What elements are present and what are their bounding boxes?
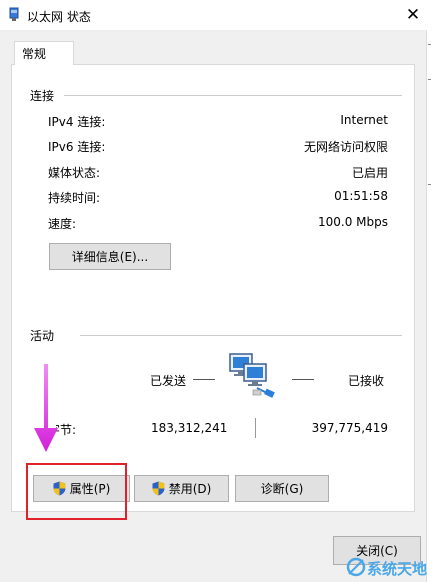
connection-separator: [64, 95, 402, 96]
received-label: 已接收: [348, 374, 385, 388]
media-state-value: 已启用: [351, 166, 388, 180]
edge-marker: ╴: [428, 75, 435, 86]
media-state-label: 媒体状态:: [48, 166, 101, 180]
edge-marker: ╴: [428, 40, 435, 51]
window-right-edge: [426, 30, 435, 582]
bytes-sent-value: 183,312,241: [151, 421, 228, 435]
sent-dash: [193, 379, 215, 380]
tab-general-label[interactable]: 常规: [22, 45, 46, 62]
ipv6-value: 无网络访问权限: [303, 140, 388, 154]
disable-button[interactable]: 禁用(D): [134, 475, 229, 502]
highlight-box: [26, 463, 127, 520]
watermark-text: 系统天地: [367, 560, 428, 578]
details-button-label: 详细信息(E)...: [71, 250, 149, 264]
edge-marker: ╴: [428, 180, 435, 191]
bytes-divider: [255, 418, 256, 438]
speed-value: 100.0 Mbps: [317, 215, 388, 229]
disable-button-label: 禁用(D): [168, 482, 212, 496]
received-dash: [292, 379, 314, 380]
close-window-icon[interactable]: ✕: [402, 4, 424, 26]
window-title: 以太网 状态: [27, 10, 91, 24]
arrow-annotation: [34, 364, 58, 452]
ipv4-value: Internet: [340, 113, 388, 127]
activity-header: 活动: [30, 329, 55, 343]
diagnose-button-label: 诊断(G): [260, 482, 304, 496]
ipv6-label: IPv6 连接:: [48, 140, 106, 154]
watermark-logo-icon: [346, 557, 366, 577]
duration-label: 持续时间:: [48, 191, 101, 205]
sent-label: 已发送: [150, 374, 187, 388]
network-ethernet-icon: [229, 353, 275, 398]
speed-label: 速度:: [48, 217, 77, 231]
shield-icon: [152, 481, 165, 496]
connection-header: 连接: [30, 89, 55, 103]
bytes-received-value: 397,775,419: [311, 421, 388, 435]
duration-value: 01:51:58: [334, 189, 388, 203]
ipv4-label: IPv4 连接:: [48, 115, 106, 129]
network-adapter-icon: [9, 7, 19, 21]
activity-separator: [80, 335, 402, 336]
tab-page-general: [11, 64, 415, 512]
details-button[interactable]: 详细信息(E)...: [49, 243, 171, 270]
diagnose-button[interactable]: 诊断(G): [235, 475, 329, 502]
